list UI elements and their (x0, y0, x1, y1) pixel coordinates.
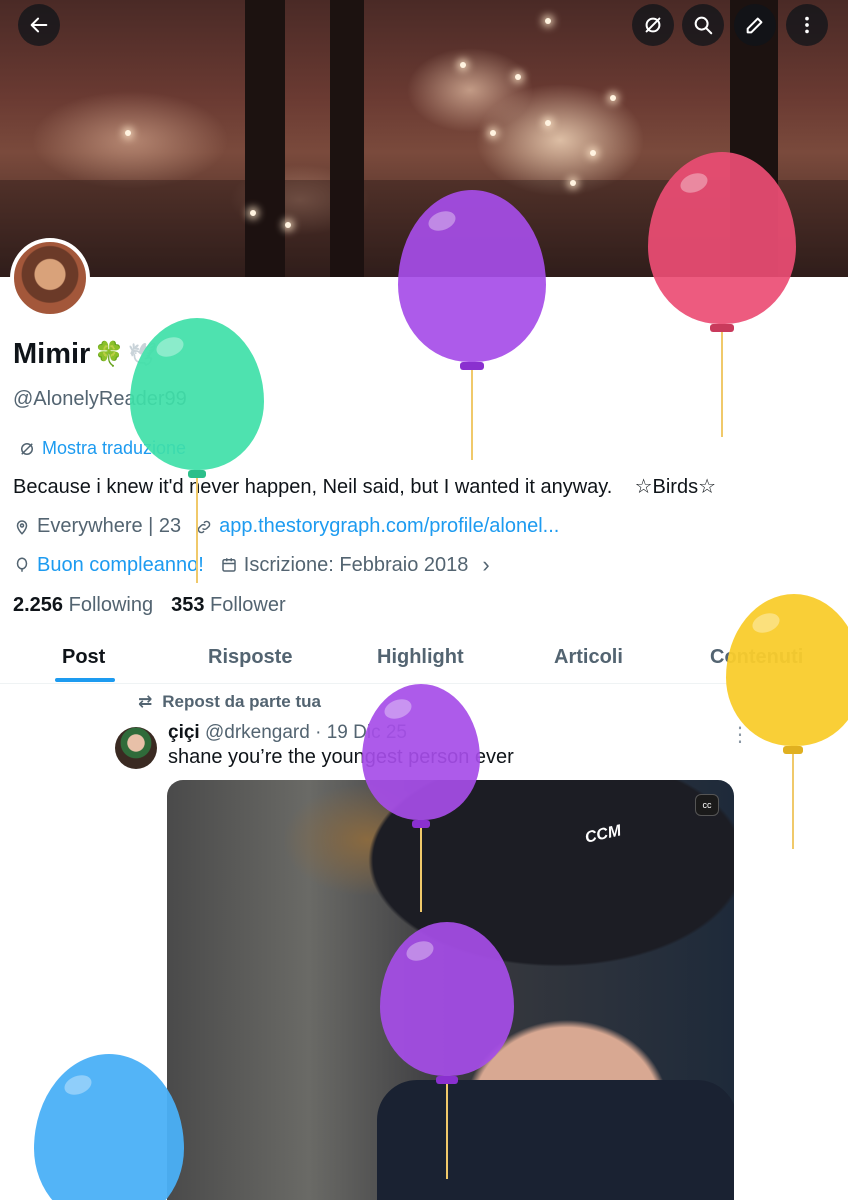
balloon-purple-lower (380, 922, 514, 1182)
balloon-yellow (726, 594, 848, 852)
search-button[interactable] (682, 4, 724, 46)
balloon-purple-middle (362, 684, 480, 914)
post-author-name[interactable]: çiçi (168, 722, 200, 743)
clover-emoji: 🍀 (94, 341, 125, 368)
edit-icon (746, 17, 763, 34)
edit-button[interactable] (734, 4, 776, 46)
chevron-right-icon[interactable]: › (482, 552, 489, 578)
tab-post[interactable]: Post (62, 646, 105, 669)
following-stat[interactable]: 2.256 Following (13, 594, 153, 617)
more-icon (805, 16, 809, 34)
profile-name-text: Mimir (13, 338, 91, 370)
tab-articoli[interactable]: Articoli (554, 646, 623, 669)
post-author-avatar[interactable] (115, 727, 157, 769)
balloon-icon (13, 554, 31, 577)
profile-avatar[interactable] (10, 238, 90, 318)
profile-tabs: Post Risposte Highlight Articoli Contenu… (0, 636, 848, 684)
back-arrow-icon (30, 17, 48, 33)
followers-stat[interactable]: 353 Follower (171, 594, 286, 617)
profile-bio: Because i knew it'd never happen, Neil s… (13, 476, 716, 498)
closed-captions-icon[interactable]: cc (695, 794, 719, 816)
location-icon (13, 515, 31, 538)
repost-icon: ⇄ (138, 692, 153, 711)
tab-highlight[interactable]: Highlight (377, 646, 464, 669)
more-button[interactable] (786, 4, 828, 46)
search-icon (694, 16, 713, 35)
back-button[interactable] (18, 4, 60, 46)
translate-small-icon (18, 438, 36, 459)
balloon-purple-top (398, 190, 546, 460)
profile-meta-row-1: Everywhere | 23 app.thestorygraph.com/pr… (13, 515, 559, 538)
repost-label: ⇄ Repost da parte tua (138, 692, 321, 712)
profile-joined-date: Iscrizione: Febbraio 2018 (243, 553, 469, 576)
post-author-handle[interactable]: @drkengard (205, 722, 310, 743)
active-tab-indicator (55, 678, 115, 682)
tab-risposte[interactable]: Risposte (208, 646, 292, 669)
balloon-blue (34, 1054, 184, 1200)
translate-icon (645, 17, 661, 33)
translate-button[interactable] (632, 4, 674, 46)
profile-website-link[interactable]: app.thestorygraph.com/profile/alonel... (219, 515, 559, 538)
helmet-brand: CCM (583, 822, 623, 847)
balloon-pink (648, 152, 796, 442)
repost-label-text: Repost da parte tua (162, 692, 321, 711)
follow-stats: 2.256 Following 353 Follower (13, 594, 286, 617)
balloon-green (130, 318, 264, 588)
